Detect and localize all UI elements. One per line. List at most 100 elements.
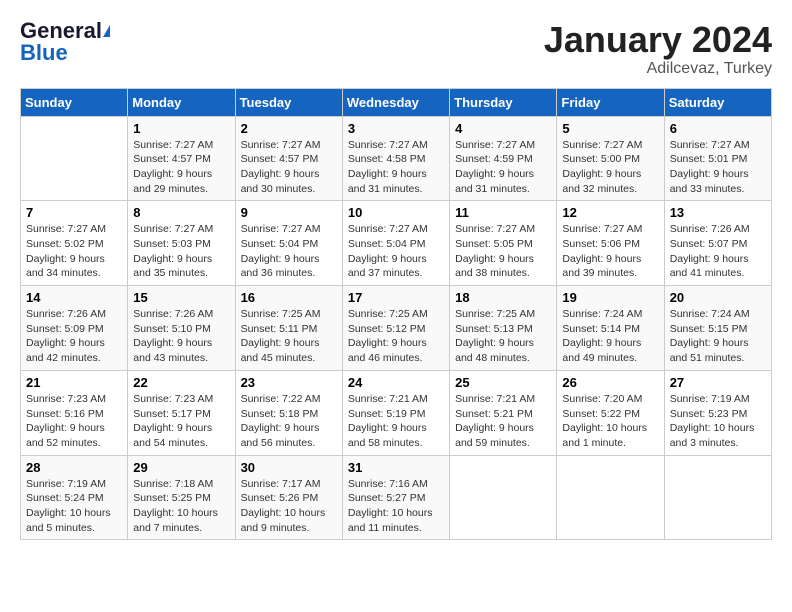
day-number: 6 <box>670 121 766 136</box>
calendar-cell: 4 Sunrise: 7:27 AM Sunset: 4:59 PM Dayli… <box>450 116 557 201</box>
sunrise-text: Sunrise: 7:26 AM <box>670 223 750 235</box>
calendar-cell: 21 Sunrise: 7:23 AM Sunset: 5:16 PM Dayl… <box>21 370 128 455</box>
day-number: 26 <box>562 375 658 390</box>
calendar-cell: 1 Sunrise: 7:27 AM Sunset: 4:57 PM Dayli… <box>128 116 235 201</box>
day-number: 21 <box>26 375 122 390</box>
sunrise-text: Sunrise: 7:18 AM <box>133 478 213 490</box>
daylight-text: Daylight: 9 hours and 52 minutes. <box>26 422 105 449</box>
sunrise-text: Sunrise: 7:27 AM <box>241 139 321 151</box>
daylight-text: Daylight: 9 hours and 43 minutes. <box>133 337 212 364</box>
sunrise-text: Sunrise: 7:27 AM <box>562 139 642 151</box>
calendar-header-friday: Friday <box>557 88 664 116</box>
daylight-text: Daylight: 9 hours and 46 minutes. <box>348 337 427 364</box>
sunset-text: Sunset: 5:17 PM <box>133 408 211 420</box>
calendar-cell: 17 Sunrise: 7:25 AM Sunset: 5:12 PM Dayl… <box>342 286 449 371</box>
daylight-text: Daylight: 9 hours and 48 minutes. <box>455 337 534 364</box>
day-number: 3 <box>348 121 444 136</box>
calendar-cell: 27 Sunrise: 7:19 AM Sunset: 5:23 PM Dayl… <box>664 370 771 455</box>
calendar-header-tuesday: Tuesday <box>235 88 342 116</box>
day-number: 28 <box>26 460 122 475</box>
day-info: Sunrise: 7:23 AM Sunset: 5:16 PM Dayligh… <box>26 392 122 451</box>
daylight-text: Daylight: 9 hours and 54 minutes. <box>133 422 212 449</box>
sunrise-text: Sunrise: 7:27 AM <box>26 223 106 235</box>
calendar-header-monday: Monday <box>128 88 235 116</box>
calendar-cell: 5 Sunrise: 7:27 AM Sunset: 5:00 PM Dayli… <box>557 116 664 201</box>
day-number: 13 <box>670 205 766 220</box>
day-info: Sunrise: 7:27 AM Sunset: 4:57 PM Dayligh… <box>133 138 229 197</box>
sunset-text: Sunset: 4:57 PM <box>133 153 211 165</box>
day-number: 15 <box>133 290 229 305</box>
sunrise-text: Sunrise: 7:23 AM <box>26 393 106 405</box>
sunrise-text: Sunrise: 7:25 AM <box>241 308 321 320</box>
sunrise-text: Sunrise: 7:21 AM <box>348 393 428 405</box>
calendar-cell <box>450 455 557 540</box>
day-info: Sunrise: 7:24 AM Sunset: 5:15 PM Dayligh… <box>670 307 766 366</box>
day-number: 19 <box>562 290 658 305</box>
daylight-text: Daylight: 9 hours and 29 minutes. <box>133 168 212 195</box>
calendar-cell: 13 Sunrise: 7:26 AM Sunset: 5:07 PM Dayl… <box>664 201 771 286</box>
sunset-text: Sunset: 5:21 PM <box>455 408 533 420</box>
day-number: 14 <box>26 290 122 305</box>
sunset-text: Sunset: 5:25 PM <box>133 492 211 504</box>
day-number: 17 <box>348 290 444 305</box>
sunset-text: Sunset: 5:18 PM <box>241 408 319 420</box>
day-info: Sunrise: 7:23 AM Sunset: 5:17 PM Dayligh… <box>133 392 229 451</box>
day-info: Sunrise: 7:26 AM Sunset: 5:09 PM Dayligh… <box>26 307 122 366</box>
daylight-text: Daylight: 9 hours and 33 minutes. <box>670 168 749 195</box>
calendar-cell: 12 Sunrise: 7:27 AM Sunset: 5:06 PM Dayl… <box>557 201 664 286</box>
day-number: 23 <box>241 375 337 390</box>
sunrise-text: Sunrise: 7:16 AM <box>348 478 428 490</box>
logo-triangle-icon <box>103 25 110 37</box>
daylight-text: Daylight: 9 hours and 36 minutes. <box>241 253 320 280</box>
daylight-text: Daylight: 9 hours and 45 minutes. <box>241 337 320 364</box>
daylight-text: Daylight: 10 hours and 7 minutes. <box>133 507 218 534</box>
day-info: Sunrise: 7:27 AM Sunset: 5:02 PM Dayligh… <box>26 222 122 281</box>
sunset-text: Sunset: 5:10 PM <box>133 323 211 335</box>
daylight-text: Daylight: 9 hours and 30 minutes. <box>241 168 320 195</box>
calendar-cell: 10 Sunrise: 7:27 AM Sunset: 5:04 PM Dayl… <box>342 201 449 286</box>
daylight-text: Daylight: 9 hours and 41 minutes. <box>670 253 749 280</box>
calendar-cell: 2 Sunrise: 7:27 AM Sunset: 4:57 PM Dayli… <box>235 116 342 201</box>
day-number: 7 <box>26 205 122 220</box>
daylight-text: Daylight: 10 hours and 11 minutes. <box>348 507 433 534</box>
calendar-cell: 31 Sunrise: 7:16 AM Sunset: 5:27 PM Dayl… <box>342 455 449 540</box>
calendar-cell: 9 Sunrise: 7:27 AM Sunset: 5:04 PM Dayli… <box>235 201 342 286</box>
calendar-cell: 28 Sunrise: 7:19 AM Sunset: 5:24 PM Dayl… <box>21 455 128 540</box>
sunset-text: Sunset: 5:07 PM <box>670 238 748 250</box>
sunset-text: Sunset: 5:15 PM <box>670 323 748 335</box>
sunset-text: Sunset: 5:04 PM <box>348 238 426 250</box>
sunrise-text: Sunrise: 7:17 AM <box>241 478 321 490</box>
sunset-text: Sunset: 5:12 PM <box>348 323 426 335</box>
calendar-table: SundayMondayTuesdayWednesdayThursdayFrid… <box>20 88 772 541</box>
sunset-text: Sunset: 5:27 PM <box>348 492 426 504</box>
calendar-header-thursday: Thursday <box>450 88 557 116</box>
calendar-cell: 18 Sunrise: 7:25 AM Sunset: 5:13 PM Dayl… <box>450 286 557 371</box>
calendar-week-row-2: 7 Sunrise: 7:27 AM Sunset: 5:02 PM Dayli… <box>21 201 772 286</box>
calendar-week-row-5: 28 Sunrise: 7:19 AM Sunset: 5:24 PM Dayl… <box>21 455 772 540</box>
sunset-text: Sunset: 5:13 PM <box>455 323 533 335</box>
sunset-text: Sunset: 5:26 PM <box>241 492 319 504</box>
logo: General Blue <box>20 20 110 64</box>
day-number: 9 <box>241 205 337 220</box>
calendar-cell: 15 Sunrise: 7:26 AM Sunset: 5:10 PM Dayl… <box>128 286 235 371</box>
sunset-text: Sunset: 5:22 PM <box>562 408 640 420</box>
calendar-cell: 8 Sunrise: 7:27 AM Sunset: 5:03 PM Dayli… <box>128 201 235 286</box>
sunrise-text: Sunrise: 7:27 AM <box>455 223 535 235</box>
sunrise-text: Sunrise: 7:26 AM <box>26 308 106 320</box>
sunset-text: Sunset: 5:04 PM <box>241 238 319 250</box>
calendar-cell: 16 Sunrise: 7:25 AM Sunset: 5:11 PM Dayl… <box>235 286 342 371</box>
day-number: 24 <box>348 375 444 390</box>
day-number: 20 <box>670 290 766 305</box>
day-info: Sunrise: 7:16 AM Sunset: 5:27 PM Dayligh… <box>348 477 444 536</box>
sunrise-text: Sunrise: 7:24 AM <box>670 308 750 320</box>
calendar-week-row-1: 1 Sunrise: 7:27 AM Sunset: 4:57 PM Dayli… <box>21 116 772 201</box>
calendar-cell: 3 Sunrise: 7:27 AM Sunset: 4:58 PM Dayli… <box>342 116 449 201</box>
daylight-text: Daylight: 9 hours and 35 minutes. <box>133 253 212 280</box>
calendar-header-wednesday: Wednesday <box>342 88 449 116</box>
sunrise-text: Sunrise: 7:27 AM <box>670 139 750 151</box>
sunrise-text: Sunrise: 7:27 AM <box>348 223 428 235</box>
day-info: Sunrise: 7:25 AM Sunset: 5:11 PM Dayligh… <box>241 307 337 366</box>
day-number: 8 <box>133 205 229 220</box>
daylight-text: Daylight: 9 hours and 56 minutes. <box>241 422 320 449</box>
day-info: Sunrise: 7:25 AM Sunset: 5:13 PM Dayligh… <box>455 307 551 366</box>
